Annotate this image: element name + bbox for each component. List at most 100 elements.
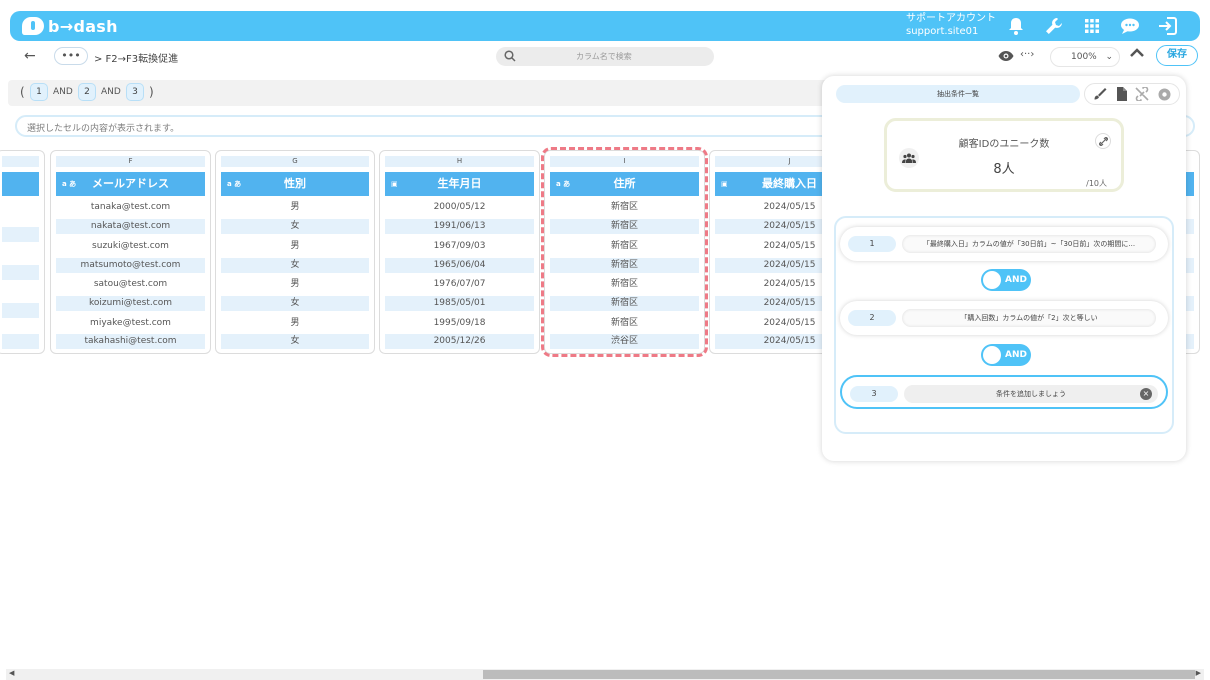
condition-row-3[interactable]: 3 条件を追加しましょう × — [840, 375, 1168, 409]
chevron-up-icon[interactable] — [1130, 48, 1144, 58]
header-icons — [1006, 11, 1178, 41]
search-placeholder: カラム名で検索 — [576, 52, 632, 61]
grid-column-partial — [0, 150, 45, 354]
add-condition-prompt[interactable]: 条件を追加しましょう × — [904, 385, 1158, 403]
condition-operator: AND — [53, 87, 73, 97]
table-cell[interactable]: miyake@test.com — [56, 316, 205, 331]
close-icon[interactable]: × — [1140, 388, 1152, 400]
table-cell[interactable]: 2005/12/26 — [385, 334, 534, 349]
table-cell[interactable]: 女 — [221, 296, 369, 311]
table-cell[interactable] — [2, 334, 39, 349]
column-header-birthdate[interactable]: ▣ 生年月日 — [385, 172, 534, 196]
condition-text[interactable]: 「購入回数」カラムの値が「2」次と等しい — [902, 309, 1156, 327]
scroll-right-icon[interactable]: ▶ — [1196, 669, 1201, 677]
table-cell[interactable]: satou@test.com — [56, 277, 205, 292]
unique-count-total: /10人 — [1086, 179, 1107, 188]
wrench-icon[interactable] — [1044, 16, 1064, 36]
bell-icon[interactable] — [1006, 16, 1026, 36]
and-toggle-1[interactable]: AND — [981, 269, 1031, 291]
table-cell[interactable]: 男 — [221, 200, 369, 215]
condition-chip-3[interactable]: 3 — [126, 83, 144, 101]
save-button[interactable]: 保存 — [1156, 45, 1198, 66]
unlink-icon[interactable] — [1135, 87, 1149, 101]
table-cell[interactable]: 男 — [221, 239, 369, 254]
condition-chip-2[interactable]: 2 — [78, 83, 96, 101]
condition-panel: 抽出条件一覧 顧客IDのユニーク数 8人 /10人 1 「最終購入日」カラムの値… — [822, 76, 1186, 461]
column-letter: G — [221, 156, 369, 167]
condition-text[interactable]: 「最終購入日」カラムの値が「30日前」~「30日前」次の期間に... — [902, 235, 1156, 253]
calendar-icon: ▣ — [391, 180, 398, 188]
grid-icon[interactable] — [1082, 16, 1102, 36]
table-cell[interactable]: 1991/06/13 — [385, 219, 534, 234]
condition-number: 1 — [848, 236, 896, 252]
table-cell[interactable] — [2, 303, 39, 318]
app-logo[interactable]: b→dash — [22, 17, 118, 36]
cell-content-placeholder: 選択したセルの内容が表示されます。 — [27, 124, 180, 134]
column-header-label: メールアドレス — [92, 177, 169, 190]
condition-row-1[interactable]: 1 「最終購入日」カラムの値が「30日前」~「30日前」次の期間に... — [840, 227, 1168, 261]
calendar-icon: ▣ — [721, 180, 728, 188]
logo-text: b→dash — [48, 16, 118, 36]
table-cell[interactable]: 1965/06/04 — [385, 258, 534, 273]
logout-icon[interactable] — [1158, 16, 1178, 36]
table-cell[interactable]: takahashi@test.com — [56, 334, 205, 349]
table-cell[interactable]: 女 — [221, 258, 369, 273]
table-cell[interactable]: 1976/07/07 — [385, 277, 534, 292]
account-site: support.site01 — [906, 26, 979, 37]
text-type-icon: a あ — [62, 180, 77, 188]
condition-list: 1 「最終購入日」カラムの値が「30日前」~「30日前」次の期間に... AND… — [834, 216, 1174, 434]
and-toggle-2[interactable]: AND — [981, 344, 1031, 366]
zoom-value: 100% — [1071, 52, 1097, 62]
table-cell[interactable]: 1985/05/01 — [385, 296, 534, 311]
column-header[interactable] — [2, 172, 39, 196]
column-header-label: 性別 — [284, 177, 306, 190]
table-cell[interactable]: 2000/05/12 — [385, 200, 534, 215]
table-cell[interactable]: 男 — [221, 277, 369, 292]
table-cell[interactable]: nakata@test.com — [56, 219, 205, 234]
table-cell[interactable]: tanaka@test.com — [56, 200, 205, 215]
open-paren: ( — [20, 85, 25, 99]
code-toggle[interactable]: ‹··› — [1020, 49, 1034, 60]
table-cell[interactable]: suzuki@test.com — [56, 239, 205, 254]
condition-formula-bar: ( 1 AND 2 AND 3 ) — [8, 80, 828, 106]
condition-chip-1[interactable]: 1 — [30, 83, 48, 101]
column-letter: F — [56, 156, 205, 167]
table-cell[interactable]: 男 — [221, 316, 369, 331]
more-menu-button[interactable]: ••• — [54, 47, 88, 65]
condition-operator: AND — [101, 87, 121, 97]
grid-column-g: G a あ 性別 男 女 男 女 男 女 男 女 — [215, 150, 375, 354]
table-cell[interactable] — [2, 265, 39, 280]
table-cell[interactable]: koizumi@test.com — [56, 296, 205, 311]
unique-count-value: 8人 — [993, 162, 1015, 177]
table-cell[interactable]: 1995/09/18 — [385, 316, 534, 331]
condition-row-2[interactable]: 2 「購入回数」カラムの値が「2」次と等しい — [840, 301, 1168, 335]
table-cell[interactable]: 女 — [221, 219, 369, 234]
settings-off-icon[interactable] — [1158, 88, 1171, 101]
scroll-thumb[interactable] — [483, 670, 1195, 679]
unlink-icon[interactable] — [1095, 133, 1111, 149]
document-icon[interactable] — [1116, 87, 1127, 101]
table-cell[interactable]: 女 — [221, 334, 369, 349]
table-cell[interactable] — [2, 227, 39, 242]
condition-number: 2 — [848, 310, 896, 326]
sub-toolbar: ← ••• > F2→F3転換促進 カラム名で検索 ‹··› 100% ⌄ 保存 — [10, 44, 1200, 70]
table-cell[interactable]: 1967/09/03 — [385, 239, 534, 254]
horizontal-scrollbar[interactable]: ◀ ▶ — [6, 669, 1204, 680]
column-search-input[interactable]: カラム名で検索 — [496, 47, 714, 66]
tab-condition-list[interactable]: 抽出条件一覧 — [836, 85, 1080, 103]
text-type-icon: a あ — [227, 180, 242, 188]
column-header-gender[interactable]: a あ 性別 — [221, 172, 369, 196]
brush-icon[interactable] — [1093, 87, 1107, 101]
chat-icon[interactable] — [1120, 16, 1140, 36]
account-info[interactable]: サポートアカウント support.site01 — [906, 12, 996, 38]
account-name: サポートアカウント — [906, 13, 996, 24]
column-header-label: 最終購入日 — [762, 177, 817, 190]
column-letter — [2, 156, 39, 167]
column-header-email[interactable]: a あ メールアドレス — [56, 172, 205, 196]
zoom-select[interactable]: 100% ⌄ — [1050, 47, 1120, 67]
scroll-left-icon[interactable]: ◀ — [9, 669, 14, 677]
back-button[interactable]: ← — [24, 48, 36, 64]
eye-icon[interactable] — [998, 50, 1014, 62]
column-letter: H — [385, 156, 534, 167]
table-cell[interactable]: matsumoto@test.com — [56, 258, 205, 273]
